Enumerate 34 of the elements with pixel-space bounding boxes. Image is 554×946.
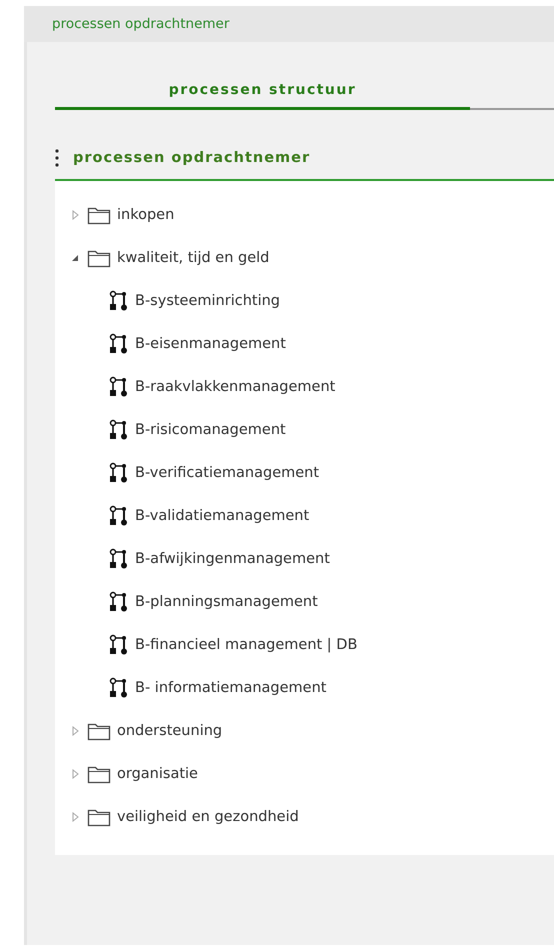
process-icon [109, 590, 129, 612]
process-label[interactable]: B-financieel management | DB [135, 636, 358, 652]
process-label[interactable]: B-eisenmanagement [135, 336, 286, 352]
expand-icon[interactable] [72, 726, 78, 736]
process-label[interactable]: B-verificatiemanagement [135, 464, 320, 480]
expand-icon[interactable] [72, 768, 78, 778]
process-icon [109, 290, 129, 312]
collapse-icon[interactable] [71, 254, 79, 262]
process-label[interactable]: B-afwijkingenmanagement [135, 550, 330, 566]
process-label[interactable]: B-raakvlakkenmanagement [135, 378, 336, 394]
process-icon [109, 634, 129, 656]
process-icon [109, 376, 129, 398]
process-icon [109, 332, 129, 354]
folder-label[interactable]: ondersteuning [117, 722, 222, 738]
process-label[interactable]: B-planningsmanagement [135, 594, 318, 610]
tab[interactable]: processen structuur [55, 76, 470, 110]
process-icon [109, 548, 129, 570]
process-icon [109, 676, 129, 698]
folder-label[interactable]: kwaliteit, tijd en geld [117, 250, 270, 266]
panel-title: processen opdrachtnemer [52, 16, 230, 32]
folder-label[interactable]: veiligheid en gezondheid [117, 808, 299, 824]
section-title: processen opdrachtnemer [73, 150, 310, 166]
folder-label[interactable]: organisatie [117, 766, 198, 782]
process-icon [109, 504, 129, 526]
process-label[interactable]: B- informatiemanagement [135, 680, 326, 696]
folder-label[interactable]: inkopen [117, 206, 174, 222]
process-label[interactable]: B-validatiemanagement [135, 508, 310, 524]
more-icon[interactable] [55, 148, 59, 168]
expand-icon[interactable] [72, 210, 78, 220]
process-label[interactable]: B-risicomanagement [135, 422, 286, 438]
process-icon [109, 418, 129, 440]
process-icon [109, 462, 129, 484]
process-label[interactable]: B-systeeminrichting [135, 292, 280, 308]
expand-icon[interactable] [72, 812, 78, 822]
